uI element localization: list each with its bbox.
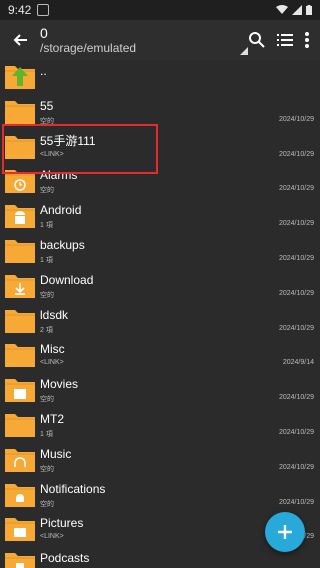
folder-icon — [5, 274, 35, 298]
podcast-icon — [16, 563, 24, 568]
folder-icon — [5, 239, 35, 263]
file-name: ldsdk — [40, 307, 69, 322]
app-bar: 0 /storage/emulated — [0, 20, 320, 60]
folder-icon — [5, 483, 35, 507]
file-info: 空的 — [40, 500, 54, 508]
file-row[interactable]: backups 1 項 2024/10/29 — [0, 234, 320, 269]
status-time: 9:42 — [8, 3, 32, 17]
file-info: 空的 — [40, 187, 54, 195]
file-name: Music — [40, 446, 72, 461]
folder-icon — [5, 100, 35, 124]
file-row[interactable]: Music 空的 2024/10/29 — [0, 443, 320, 478]
file-date: 2024/10/29 — [278, 428, 314, 436]
file-row[interactable]: .. — [0, 60, 320, 95]
file-info: 2 項 — [40, 326, 53, 334]
file-name: Download — [40, 272, 94, 287]
file-date: 2024/10/29 — [278, 115, 314, 123]
file-name: .. — [40, 64, 47, 78]
file-name: backups — [40, 237, 85, 252]
file-name: Misc — [40, 342, 65, 357]
file-date: 2024/10/29 — [278, 150, 314, 158]
back-button[interactable] — [0, 32, 40, 48]
add-button[interactable] — [265, 512, 305, 552]
search-icon[interactable] — [248, 31, 266, 49]
status-bar: 9:42 — [0, 0, 320, 20]
more-options-icon[interactable] — [304, 31, 310, 49]
folder-icon — [5, 518, 35, 542]
folder-icon — [5, 66, 35, 89]
file-row[interactable]: Movies 空的 2024/10/29 — [0, 373, 320, 408]
file-row[interactable]: ldsdk 2 項 2024/10/29 — [0, 304, 320, 339]
file-date: 2024/9/14 — [282, 359, 314, 367]
file-info: <LINK> — [40, 533, 64, 541]
file-row[interactable]: Download 空的 2024/10/29 — [0, 269, 320, 304]
folder-path: /storage/emulated — [40, 41, 137, 55]
battery-icon — [306, 5, 312, 15]
folder-icon — [5, 344, 35, 368]
back-arrow-icon — [13, 34, 27, 46]
folder-icon — [5, 379, 35, 403]
highlight-box — [2, 124, 158, 174]
file-name: MT2 — [40, 411, 64, 426]
file-date: 2024/10/29 — [278, 254, 314, 262]
file-info: 1 項 — [40, 430, 53, 438]
file-info: 1 項 — [40, 222, 53, 230]
folder-icon — [5, 413, 35, 437]
bell-icon — [16, 493, 24, 502]
file-date: 2024/10/29 — [278, 394, 314, 402]
file-date: 2024/10/29 — [278, 289, 314, 297]
file-info: 1 項 — [40, 256, 53, 264]
file-info: 空的 — [40, 291, 54, 299]
file-row[interactable]: Notifications 空的 2024/10/29 — [0, 478, 320, 513]
file-date: 2024/10/29 — [278, 324, 314, 332]
folder-icon — [5, 553, 35, 568]
path-selector[interactable]: 0 /storage/emulated — [40, 25, 248, 55]
file-date: 2024/10/29 — [278, 220, 314, 228]
file-date: 2024/10/29 — [278, 185, 314, 193]
file-row[interactable]: Podcasts — [0, 547, 320, 568]
plus-icon — [278, 525, 292, 539]
movie-icon — [14, 389, 26, 400]
status-icons — [276, 5, 312, 15]
file-name: 55 — [40, 98, 54, 113]
file-name: Notifications — [40, 481, 106, 496]
notification-icon — [37, 4, 50, 16]
folder-title: 0 — [40, 25, 48, 41]
folder-icon — [5, 205, 35, 229]
dropdown-triangle-icon — [240, 47, 248, 55]
file-row[interactable]: MT2 1 項 2024/10/29 — [0, 408, 320, 443]
list-view-icon[interactable] — [276, 31, 294, 49]
file-name: Android — [40, 203, 82, 218]
picture-icon — [14, 528, 26, 538]
wifi-icon — [276, 5, 288, 14]
file-date: 2024/10/29 — [278, 463, 314, 471]
file-name: Movies — [40, 377, 79, 392]
file-info: <LINK> — [40, 359, 64, 367]
signal-icon — [292, 5, 302, 15]
android-icon — [15, 211, 25, 225]
file-name: Pictures — [40, 516, 84, 531]
file-info: 空的 — [40, 396, 54, 404]
file-info: 空的 — [40, 465, 54, 473]
file-row[interactable]: Android 1 項 2024/10/29 — [0, 199, 320, 234]
folder-icon — [5, 448, 35, 472]
file-row[interactable]: Misc <LINK> 2024/9/14 — [0, 338, 320, 373]
file-date: 2024/10/29 — [278, 498, 314, 506]
folder-icon — [5, 309, 35, 333]
file-name: Podcasts — [40, 551, 90, 566]
